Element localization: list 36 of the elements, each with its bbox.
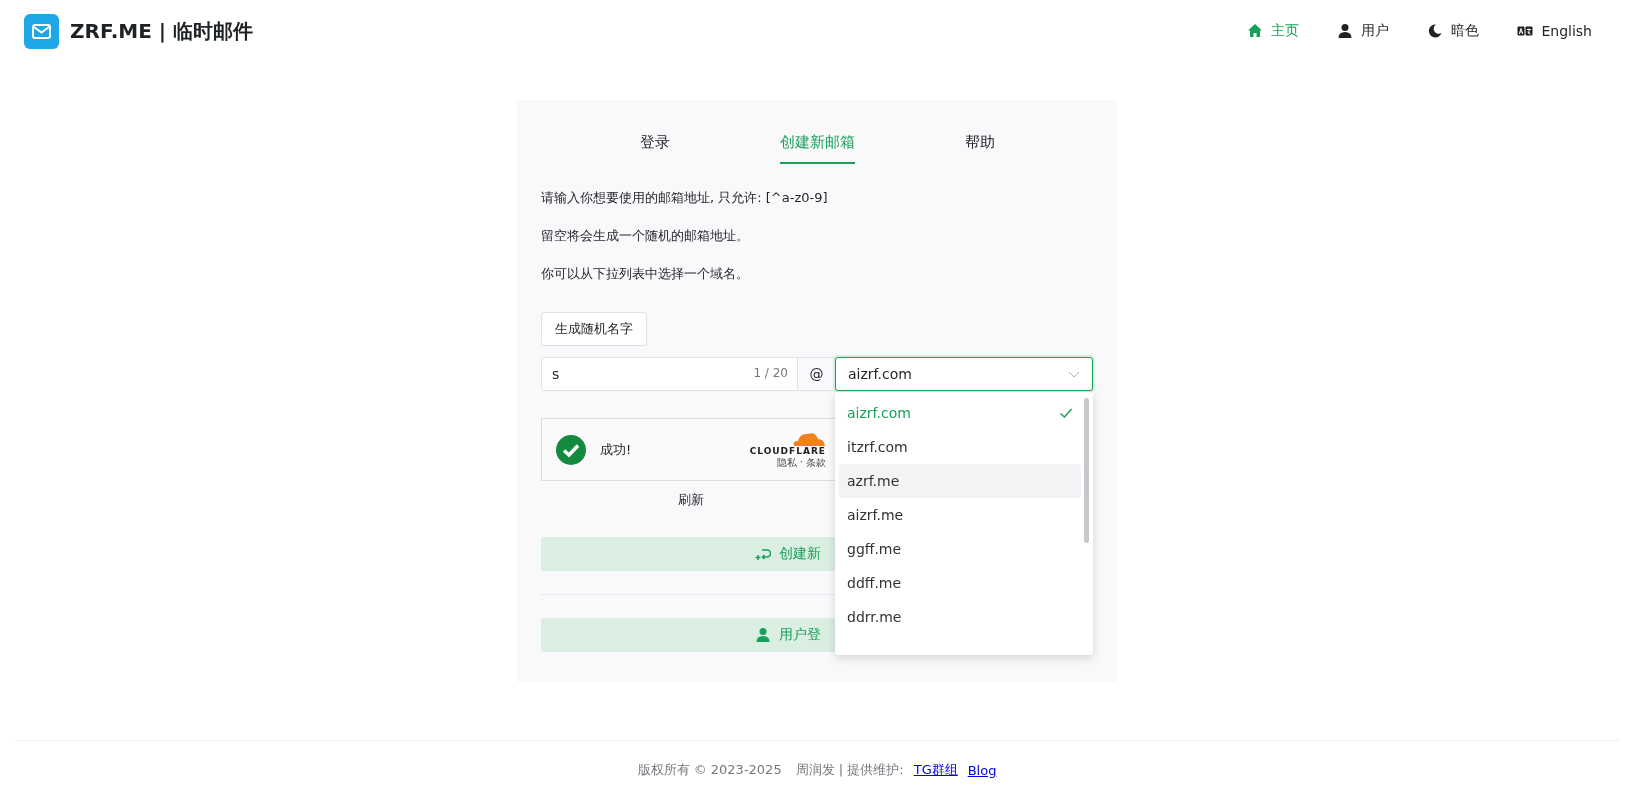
- maintainer-text: 周润发 | 提供维护:: [795, 761, 904, 779]
- at-addon: @: [798, 357, 835, 391]
- domain-option[interactable]: itzrf.com: [839, 430, 1081, 464]
- refresh-link[interactable]: 刷新: [678, 492, 704, 507]
- check-circle-icon: [556, 434, 586, 465]
- site-title: ZRF.ME | 临时邮件: [70, 17, 254, 45]
- char-counter: 1 / 20: [753, 366, 788, 380]
- tab[interactable]: 帮助: [964, 130, 995, 164]
- privacy-link[interactable]: 隐私: [776, 455, 797, 470]
- footer-link[interactable]: TG群组: [913, 761, 958, 779]
- user-icon: [1337, 23, 1354, 39]
- captcha-status: 成功!: [600, 440, 632, 459]
- hint-text: 留空将会生成一个随机的邮箱地址。: [541, 227, 750, 245]
- hint-text: 你可以从下拉列表中选择一个域名。: [541, 265, 750, 283]
- check-icon: [1059, 406, 1073, 420]
- mail-logo-icon: [24, 13, 59, 49]
- captcha-brand: CLOUDFLARE: [749, 445, 826, 456]
- domain-option[interactable]: azrf.me: [839, 464, 1081, 498]
- arrow-return-icon: [755, 546, 771, 562]
- random-name-button[interactable]: 生成随机名字: [541, 312, 647, 346]
- hint-text: 请输入你想要使用的邮箱地址, 只允许: [^a-z0-9]: [541, 189, 829, 207]
- nav-link[interactable]: 主页: [1247, 22, 1300, 40]
- domain-select[interactable]: aizrf.com: [835, 357, 1093, 391]
- tab[interactable]: 登录: [639, 130, 670, 164]
- terms-link[interactable]: 条款: [806, 455, 826, 470]
- nav-link[interactable]: English: [1517, 22, 1592, 40]
- separator-dot: ·: [799, 455, 803, 469]
- scrollbar[interactable]: [1084, 398, 1089, 543]
- nav-link[interactable]: 暗色: [1427, 22, 1480, 40]
- footer-link[interactable]: Blog: [967, 762, 997, 778]
- copyright-text: 版权所有 © 2023-2025: [637, 761, 782, 779]
- nav-link[interactable]: 用户: [1337, 22, 1390, 40]
- domain-option[interactable]: aizrf.me: [839, 498, 1081, 532]
- home-icon: [1247, 23, 1264, 39]
- moon-icon: [1427, 23, 1444, 39]
- user-icon: [755, 627, 771, 643]
